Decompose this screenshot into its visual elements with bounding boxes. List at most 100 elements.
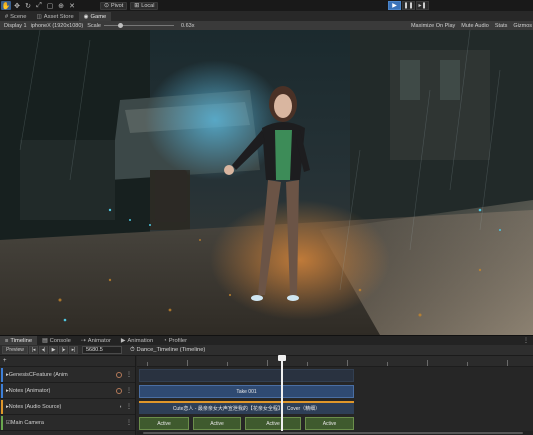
track-color-stripe [1, 399, 3, 414]
activation-clip[interactable]: Active [139, 417, 189, 430]
frame-field[interactable]: 5680.5 [82, 346, 122, 354]
rect-tool-icon[interactable]: ▢ [45, 1, 55, 10]
timeline-scroll-thumb[interactable] [143, 432, 523, 434]
console-icon: ▤ [42, 337, 48, 344]
scale-slider[interactable] [104, 23, 174, 28]
tab-timeline[interactable]: ≡ Timeline [0, 336, 38, 345]
transform-icon[interactable]: ⊕ [56, 1, 66, 10]
stats-toggle[interactable]: Stats [495, 23, 508, 29]
animation-clip[interactable] [139, 369, 354, 382]
record-icon[interactable] [116, 371, 122, 378]
resolution-dropdown[interactable]: iphoneX (1920x1080) [31, 23, 84, 29]
custom-tool-icon[interactable]: ✕ [67, 1, 77, 10]
activation-clip-label: Active [322, 420, 337, 427]
prev-frame-icon[interactable]: ◂| [39, 346, 48, 354]
track-menu-icon[interactable]: ⋮ [126, 419, 132, 426]
local-toggle[interactable]: ⊞ Local [130, 1, 159, 10]
volume-icon[interactable]: ◖ [119, 404, 122, 410]
tab-game-label: Game [90, 13, 107, 20]
tab-console[interactable]: ▤ Console [37, 336, 76, 345]
track-controls: ⋮ [126, 419, 132, 426]
ruler-tick [427, 360, 428, 366]
audio-clip-tail: Cover（精细） [286, 406, 321, 412]
panel-menu-icon[interactable]: ⋮ [523, 337, 529, 344]
ruler-tick [267, 360, 268, 366]
rotate-icon[interactable]: ↻ [23, 1, 33, 10]
ruler-tick [227, 362, 228, 366]
timeline-asset-selector[interactable]: ⏱ Dance_Timeline (Timeline) [130, 347, 205, 354]
timeline-scrollbar[interactable] [137, 431, 533, 435]
tab-animation[interactable]: ▶ Animation [116, 336, 158, 345]
frame-value: 5680.5 [86, 347, 103, 353]
activation-clip[interactable]: Active [245, 417, 301, 430]
move-icon[interactable]: ✥ [12, 1, 22, 10]
animation-clip[interactable]: Take 001 [139, 385, 354, 398]
scale-icon[interactable]: ⤢ [34, 1, 44, 10]
pivot-toggle[interactable]: ⊙ Pivot [100, 1, 128, 10]
tab-profiler-label: Profiler [168, 337, 188, 344]
ruler-tick [307, 362, 308, 366]
tab-animator[interactable]: ⇢ Animator [76, 336, 116, 345]
timeline-asset-name: Dance_Timeline (Timeline) [136, 347, 206, 353]
animation-icon: ▶ [120, 337, 126, 344]
track-menu-icon[interactable]: ⋮ [126, 387, 132, 394]
activation-clip[interactable]: Active [193, 417, 241, 430]
track-menu-icon[interactable]: ⋮ [126, 371, 132, 378]
track-name: ▸GenesisCFeature (Anim [6, 371, 68, 378]
animator-icon: ⇢ [80, 337, 86, 344]
audio-clip[interactable]: Cute恋人 - 最亲亲女大声宣泄我的【花亲女全程】 Cover（精细） [139, 401, 354, 414]
tab-profiler[interactable]: ◔ Profiler [158, 336, 192, 345]
play-button[interactable]: ▶ [388, 1, 401, 10]
ruler-tick [347, 360, 348, 366]
next-frame-icon[interactable]: |▸ [59, 346, 68, 354]
activation-clip[interactable]: Active [305, 417, 354, 430]
tab-game[interactable]: ◉ Game [78, 12, 112, 21]
tab-asset-store[interactable]: ◫ Asset Store [32, 12, 79, 21]
tab-asset-store-label: Asset Store [43, 13, 74, 20]
track-header-column: + ▸GenesisCFeature (Anim ⋮ ▸Notes (Anima… [0, 356, 136, 435]
track-menu-icon[interactable]: ⋮ [126, 403, 132, 410]
pause-button[interactable]: ❚❚ [402, 1, 415, 10]
track-color-stripe [1, 383, 3, 398]
step-button[interactable]: ▸❚ [416, 1, 429, 10]
tab-scene[interactable]: # Scene [0, 12, 32, 21]
maximize-on-play-toggle[interactable]: Maximize On Play [411, 23, 455, 29]
track-color-stripe [1, 367, 3, 382]
play-timeline-icon[interactable]: ▶ [49, 346, 58, 354]
gizmos-dropdown[interactable]: Gizmos [513, 23, 532, 29]
timeline-clip-area[interactable]: Take 001 Cute恋人 - 最亲亲女大声宣泄我的【花亲女全程】 Cove… [137, 355, 533, 435]
ruler-tick [187, 360, 188, 366]
record-icon[interactable] [116, 387, 122, 394]
track-name: ▸Notes (Animator) [6, 387, 51, 394]
scene-icon: # [5, 13, 9, 20]
game-view[interactable] [0, 30, 533, 335]
ruler-tick [467, 362, 468, 366]
scale-value: 0.63x [181, 22, 195, 29]
add-track-button[interactable]: + [0, 356, 135, 367]
goto-start-icon[interactable]: |◂ [29, 346, 38, 354]
scale-slider-knob[interactable] [118, 23, 123, 28]
store-icon: ◫ [36, 13, 42, 20]
tab-animation-label: Animation [127, 337, 154, 344]
display-dropdown[interactable]: Display 1 [4, 23, 27, 29]
goto-end-icon[interactable]: ▸| [69, 346, 78, 354]
tab-console-label: Console [49, 337, 71, 344]
playhead-handle[interactable] [278, 355, 286, 361]
activation-clip-label: Active [266, 420, 280, 427]
hand-icon[interactable]: ✋ [1, 1, 11, 10]
profiler-icon: ◔ [163, 337, 167, 344]
activation-clip-label: Active [210, 420, 224, 427]
main-toolbar: ✋ ✥ ↻ ⤢ ▢ ⊕ ✕ ⊙ Pivot ⊞ Local ▶ ❚❚ ▸❚ [0, 0, 533, 11]
timeline-icon: ≡ [5, 337, 9, 344]
track-controls: ◖ ⋮ [119, 403, 132, 411]
time-ruler[interactable] [137, 356, 533, 367]
track-name: ▸Notes (Audio Source) [6, 403, 62, 410]
bottom-tab-bar: ≡ Timeline ▤ Console ⇢ Animator ▶ Animat… [0, 335, 533, 345]
track-header[interactable]: ☑Main Camera ⋮ [0, 415, 135, 431]
preview-button[interactable]: Preview [2, 346, 28, 354]
track-header[interactable]: ▸Notes (Animator) ⋮ [0, 383, 135, 399]
playhead[interactable] [278, 355, 286, 435]
mute-audio-toggle[interactable]: Mute Audio [461, 23, 489, 29]
track-header[interactable]: ▸Notes (Audio Source) ◖ ⋮ [0, 399, 135, 415]
track-header[interactable]: ▸GenesisCFeature (Anim ⋮ [0, 367, 135, 383]
